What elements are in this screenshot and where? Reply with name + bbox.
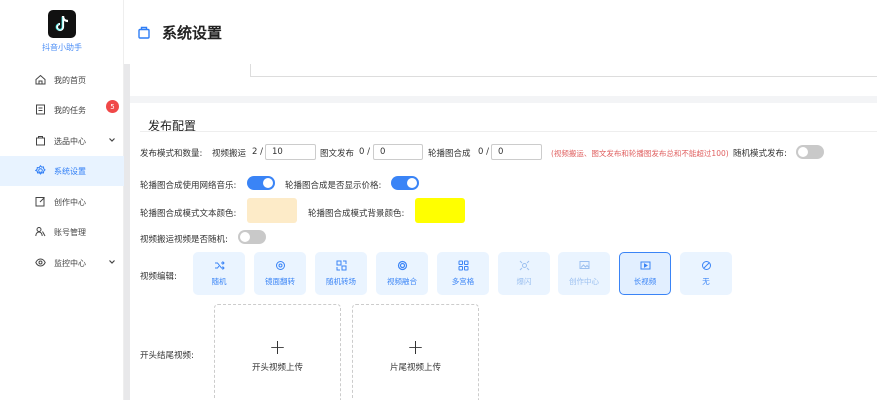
show-price-toggle[interactable] bbox=[391, 176, 419, 190]
bg-color-picker[interactable] bbox=[415, 198, 465, 223]
page-title: 系统设置 bbox=[162, 24, 223, 42]
video-transfer-label: 视频搬运 bbox=[212, 149, 247, 159]
text-color-picker[interactable] bbox=[247, 198, 297, 223]
edit-option-flash[interactable]: 爆闪 bbox=[498, 252, 550, 295]
sidebar-item-settings[interactable]: 系统设置 bbox=[0, 156, 124, 186]
text-color-label: 轮播图合成模式文本颜色: bbox=[140, 209, 237, 219]
sidebar-item-label: 系统设置 bbox=[54, 166, 86, 176]
plus-icon: + bbox=[269, 335, 286, 359]
network-music-toggle[interactable] bbox=[247, 176, 275, 190]
upload-label: 片尾视频上传 bbox=[389, 363, 441, 373]
head-video-upload[interactable]: + 开头视频上传 bbox=[214, 304, 341, 400]
sidebar-item-label: 监控中心 bbox=[54, 258, 86, 268]
edit-option-grid[interactable]: 多宫格 bbox=[437, 252, 489, 295]
random-mode-toggle[interactable] bbox=[796, 145, 824, 159]
sidebar-item-tasks[interactable]: 我的任务 5 bbox=[0, 95, 124, 125]
image-publish-label: 图文发布 bbox=[320, 149, 355, 159]
image-publish-count: 0 / bbox=[359, 147, 370, 157]
gear-icon bbox=[34, 165, 46, 176]
network-music-label: 轮播图合成使用网络音乐: bbox=[140, 181, 237, 191]
divider bbox=[140, 131, 877, 132]
eye-icon bbox=[35, 257, 46, 268]
previous-section-card bbox=[130, 64, 877, 96]
bg-color-label: 轮播图合成模式背景颜色: bbox=[308, 209, 405, 219]
flip-icon bbox=[275, 260, 286, 271]
video-transfer-count: 2 / bbox=[252, 147, 263, 157]
edit-option-label: 无 bbox=[702, 277, 710, 286]
home-icon bbox=[35, 74, 46, 85]
bag-icon bbox=[35, 135, 46, 146]
sidebar-item-label: 选品中心 bbox=[54, 136, 86, 146]
chevron-down-icon bbox=[108, 258, 116, 266]
edit-option-none[interactable]: 无 bbox=[680, 252, 732, 295]
sidebar-item-accounts[interactable]: 账号管理 bbox=[0, 217, 124, 247]
edit-option-label: 视频融合 bbox=[387, 277, 417, 286]
plus-icon: + bbox=[407, 335, 424, 359]
tiktok-logo bbox=[48, 10, 76, 38]
sidebar-item-monitor[interactable]: 监控中心 bbox=[0, 248, 124, 278]
edit-option-label: 多宫格 bbox=[451, 277, 475, 286]
show-price-label: 轮播图合成是否显示价格: bbox=[285, 181, 382, 191]
sidebar-item-home[interactable]: 我的首页 bbox=[0, 65, 124, 95]
edit-option-transition[interactable]: 随机转场 bbox=[315, 252, 367, 295]
sidebar-item-label: 账号管理 bbox=[54, 227, 86, 237]
sidebar: 抖音小助手 我的首页 我的任务 5 选品中心 系统设置 创作中心 账号管理 监控… bbox=[0, 0, 124, 400]
publish-mode-label: 发布模式和数量: bbox=[140, 149, 203, 159]
logo-text: 抖音小助手 bbox=[42, 43, 82, 52]
transition-icon bbox=[336, 260, 347, 271]
edit-option-label: 随机 bbox=[211, 277, 227, 286]
sidebar-item-create[interactable]: 创作中心 bbox=[0, 187, 124, 217]
edit-option-label: 爆闪 bbox=[516, 277, 532, 286]
video-icon bbox=[640, 260, 651, 271]
edit-option-label: 随机转场 bbox=[326, 277, 356, 286]
edit-option-label: 镜面翻转 bbox=[265, 277, 295, 286]
sidebar-item-label: 我的任务 bbox=[54, 105, 86, 115]
upload-label: 开头视频上传 bbox=[251, 363, 303, 373]
publish-limit-warning: (视频搬运、图文发布和轮播图发布总和不能超过100) bbox=[551, 149, 729, 158]
image-publish-input[interactable]: 0 bbox=[373, 144, 423, 160]
previous-section-box bbox=[250, 64, 877, 77]
carousel-count: 0 / bbox=[478, 147, 489, 157]
head-tail-video-label: 开头结尾视频: bbox=[140, 351, 194, 361]
blend-icon bbox=[397, 260, 408, 271]
sidebar-item-products[interactable]: 选品中心 bbox=[0, 126, 124, 156]
task-icon bbox=[35, 104, 46, 115]
random-video-toggle[interactable] bbox=[238, 230, 266, 244]
video-transfer-input[interactable]: 10 bbox=[265, 144, 316, 160]
carousel-label: 轮播图合成 bbox=[428, 149, 471, 159]
users-icon bbox=[35, 226, 46, 237]
flash-icon bbox=[519, 260, 530, 271]
random-mode-label: 随机模式发布: bbox=[733, 149, 787, 159]
random-video-label: 视频搬运视频是否随机: bbox=[140, 235, 228, 245]
chevron-down-icon bbox=[108, 136, 116, 144]
edit-option-random[interactable]: 随机 bbox=[193, 252, 245, 295]
shuffle-icon bbox=[214, 260, 225, 271]
edit-option-blend[interactable]: 视频融合 bbox=[376, 252, 428, 295]
edit-option-long-video[interactable]: 长视频 bbox=[619, 252, 671, 295]
edit-option-mirror[interactable]: 镜面翻转 bbox=[254, 252, 306, 295]
edit-icon bbox=[35, 196, 46, 207]
page-header: 系统设置 bbox=[124, 0, 877, 64]
edit-option-creation[interactable]: 创作中心 bbox=[558, 252, 610, 295]
edit-option-label: 长视频 bbox=[633, 277, 657, 286]
image-icon bbox=[579, 260, 590, 271]
carousel-input[interactable]: 0 bbox=[491, 144, 542, 160]
task-count-badge: 5 bbox=[106, 100, 119, 113]
video-edit-label: 视频编辑: bbox=[140, 272, 177, 282]
sidebar-item-label: 我的首页 bbox=[54, 75, 86, 85]
edit-option-label: 创作中心 bbox=[569, 277, 599, 286]
publish-config-card: 发布配置 发布模式和数量: 视频搬运 2 / 10 图文发布 0 / 0 轮播图… bbox=[130, 103, 877, 400]
ban-icon bbox=[701, 260, 712, 271]
bag-icon bbox=[137, 25, 151, 39]
sidebar-item-label: 创作中心 bbox=[54, 197, 86, 207]
grid-icon bbox=[458, 260, 469, 271]
tail-video-upload[interactable]: + 片尾视频上传 bbox=[352, 304, 479, 400]
